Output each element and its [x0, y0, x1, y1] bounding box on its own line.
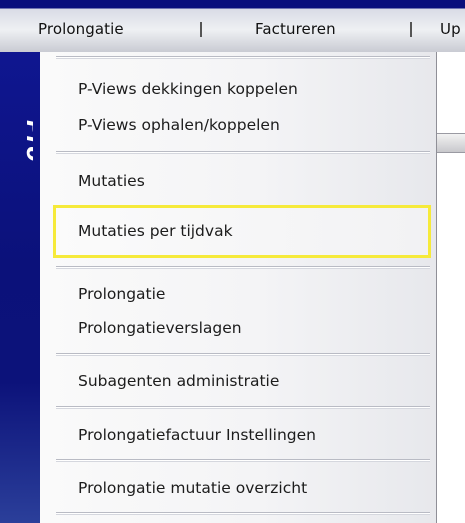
- background-window: [437, 52, 465, 523]
- menu-divider: [56, 56, 430, 59]
- brand-logo: Pro: [21, 120, 33, 161]
- dropdown-menu: P-Views dekkingen koppelen P-Views ophal…: [40, 52, 437, 523]
- menu-divider: [56, 406, 430, 409]
- brand-text: Pro: [21, 120, 33, 161]
- menu-separator: [410, 22, 412, 37]
- menu-up[interactable]: Up: [440, 20, 461, 38]
- menu-prolongatie[interactable]: Prolongatie: [38, 20, 124, 38]
- menu-divider: [56, 266, 430, 269]
- menu-divider: [56, 353, 430, 356]
- menu-divider: [56, 512, 430, 515]
- menu-item-pviews-ophalen-koppelen[interactable]: P-Views ophalen/koppelen: [78, 116, 280, 134]
- menu-divider: [56, 459, 430, 462]
- brand-stripe: Pro: [0, 52, 40, 523]
- menu-item-subagenten-administratie[interactable]: Subagenten administratie: [78, 372, 279, 390]
- menu-divider: [56, 151, 430, 154]
- menu-item-prolongatie[interactable]: Prolongatie: [78, 285, 165, 303]
- menu-item-mutaties-per-tijdvak[interactable]: Mutaties per tijdvak: [53, 205, 431, 258]
- menu-item-pviews-dekkingen-koppelen[interactable]: P-Views dekkingen koppelen: [78, 80, 298, 98]
- menu-item-mutaties[interactable]: Mutaties: [78, 172, 145, 190]
- menu-item-prolongatie-mutatie-overzicht[interactable]: Prolongatie mutatie overzicht: [78, 479, 307, 497]
- menu-item-label: Mutaties per tijdvak: [78, 222, 233, 240]
- top-menu-bar: Prolongatie Factureren Up: [0, 0, 465, 53]
- menu-item-prolongatieverslagen[interactable]: Prolongatieverslagen: [78, 319, 242, 337]
- menu-item-prolongatiefactuur-instellingen[interactable]: Prolongatiefactuur Instellingen: [78, 426, 316, 444]
- menu-separator: [200, 22, 202, 37]
- menu-factureren[interactable]: Factureren: [255, 20, 336, 38]
- background-toolbar: [437, 133, 465, 153]
